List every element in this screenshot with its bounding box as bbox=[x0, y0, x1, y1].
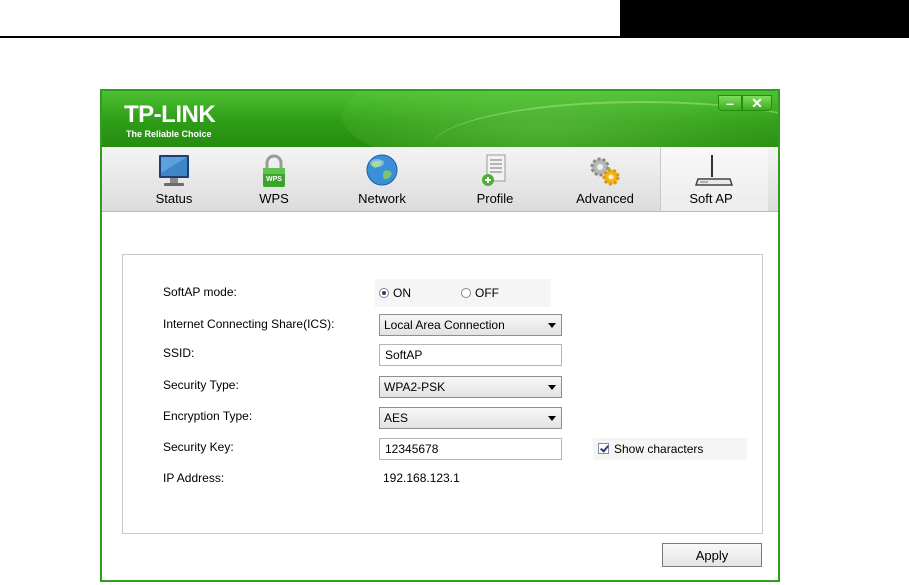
show-characters-checkbox[interactable] bbox=[598, 443, 609, 454]
encryption-type-select[interactable]: AES bbox=[379, 407, 562, 429]
radio-unselected-icon bbox=[461, 288, 471, 298]
tab-label: Status bbox=[155, 191, 193, 206]
chevron-down-icon bbox=[548, 323, 556, 328]
encryption-type-label: Encryption Type: bbox=[163, 409, 253, 423]
encryption-type-selected-value: AES bbox=[384, 411, 409, 425]
document-header-block bbox=[620, 0, 909, 38]
ip-address-label: IP Address: bbox=[163, 471, 225, 485]
soft-ap-settings-panel: SoftAP mode: ON OFF Internet Connecting … bbox=[122, 254, 763, 534]
close-button[interactable]: ✕ bbox=[742, 95, 772, 111]
tab-label: Profile bbox=[476, 191, 514, 206]
tab-network[interactable]: Network bbox=[332, 147, 432, 211]
title-bar[interactable]: TP-LINK The Reliable Choice – ✕ bbox=[102, 91, 778, 147]
tab-profile[interactable]: Profile bbox=[445, 147, 545, 211]
document-header-rule bbox=[0, 36, 620, 38]
router-icon bbox=[694, 155, 734, 186]
radio-selected-icon bbox=[379, 288, 389, 298]
show-characters-option: Show characters bbox=[593, 438, 747, 460]
brand-tagline: The Reliable Choice bbox=[126, 129, 212, 139]
ics-label: Internet Connecting Share(ICS): bbox=[163, 317, 335, 331]
svg-text:WPS: WPS bbox=[266, 176, 282, 183]
profile-document-icon bbox=[482, 154, 506, 186]
ics-selected-value: Local Area Connection bbox=[384, 318, 505, 332]
monitor-icon bbox=[159, 155, 189, 186]
apply-button[interactable]: Apply bbox=[662, 543, 762, 567]
softap-on-radio[interactable]: ON bbox=[379, 286, 411, 300]
ssid-label: SSID: bbox=[163, 346, 195, 360]
soft-ap-content: SoftAP mode: ON OFF Internet Connecting … bbox=[102, 212, 778, 580]
globe-icon bbox=[366, 154, 398, 186]
minimize-button[interactable]: – bbox=[718, 95, 742, 111]
softap-off-radio[interactable]: OFF bbox=[461, 286, 499, 300]
ics-select[interactable]: Local Area Connection bbox=[379, 314, 562, 336]
ssid-input[interactable] bbox=[379, 344, 562, 366]
tab-status[interactable]: Status bbox=[124, 147, 224, 211]
security-type-select[interactable]: WPA2-PSK bbox=[379, 376, 562, 398]
softap-mode-label: SoftAP mode: bbox=[163, 285, 237, 299]
wps-lock-icon: WPS bbox=[263, 154, 285, 187]
tab-label: Network bbox=[358, 191, 406, 206]
tab-bar: Status WPS WPS Network Profile Advanced … bbox=[102, 147, 778, 212]
tab-label: Advanced bbox=[576, 191, 634, 206]
show-characters-label: Show characters bbox=[614, 442, 704, 456]
chevron-down-icon bbox=[548, 416, 556, 421]
tplink-utility-window: TP-LINK The Reliable Choice – ✕ Status W… bbox=[100, 89, 780, 582]
gears-icon bbox=[590, 157, 620, 186]
security-key-input[interactable] bbox=[379, 438, 562, 460]
tab-soft-ap[interactable]: Soft AP bbox=[660, 147, 768, 211]
tab-advanced[interactable]: Advanced bbox=[555, 147, 655, 211]
ip-address-value: 192.168.123.1 bbox=[383, 471, 460, 485]
tab-label: WPS bbox=[259, 191, 289, 206]
softap-mode-radio-group: ON OFF bbox=[375, 279, 551, 307]
security-type-selected-value: WPA2-PSK bbox=[384, 380, 446, 394]
security-type-label: Security Type: bbox=[163, 378, 239, 392]
on-label: ON bbox=[393, 286, 411, 300]
brand-logo: TP-LINK bbox=[124, 101, 216, 128]
chevron-down-icon bbox=[548, 385, 556, 390]
security-key-label: Security Key: bbox=[163, 440, 234, 454]
tab-wps[interactable]: WPS WPS bbox=[224, 147, 324, 211]
tab-label: Soft AP bbox=[689, 191, 733, 206]
off-label: OFF bbox=[475, 286, 499, 300]
